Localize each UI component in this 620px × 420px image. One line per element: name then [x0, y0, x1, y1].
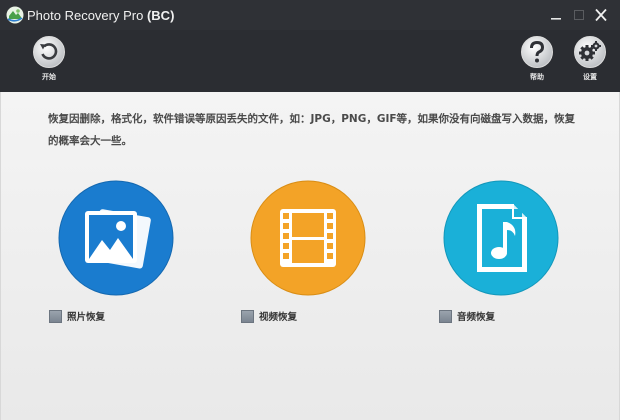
toolbar: 开始 帮助 设置	[0, 30, 620, 92]
help-label: 帮助	[530, 73, 544, 81]
main-content: 恢复因删除，格式化，软件错误等原因丢失的文件，如：JPG，PNG，GIF等，如果…	[0, 92, 620, 420]
settings-label: 设置	[583, 73, 597, 81]
video-recovery-card	[243, 180, 373, 320]
audio-recovery-option[interactable]: 音频恢复	[439, 308, 495, 324]
window-title-name: Photo Recovery Pro	[27, 8, 144, 23]
music-file-icon	[477, 204, 527, 272]
title-bar[interactable]: Photo Recovery Pro (BC)	[0, 0, 620, 30]
gear-icon	[574, 36, 606, 68]
maximize-button[interactable]	[571, 8, 587, 22]
close-button[interactable]	[593, 8, 609, 22]
window-title: Photo Recovery Pro (BC)	[27, 8, 174, 23]
start-label: 开始	[42, 73, 56, 81]
help-question-icon	[521, 36, 553, 68]
video-recovery-label: 视频恢复	[259, 312, 298, 323]
minimize-button[interactable]	[548, 8, 564, 22]
photo-recovery-label: 照片恢复	[67, 312, 106, 323]
audio-recovery-checkbox[interactable]	[439, 309, 452, 323]
help-button[interactable]: 帮助	[512, 35, 562, 91]
audio-recovery-button[interactable]	[443, 180, 559, 296]
description-line: 恢复因删除，格式化，软件错误等原因丢失的文件，如：JPG，PNG，GIF等，如果…	[48, 113, 576, 125]
video-recovery-option[interactable]: 视频恢复	[241, 308, 297, 324]
audio-recovery-label: 音频恢复	[457, 312, 496, 323]
start-button[interactable]: 开始	[24, 35, 74, 91]
video-recovery-button[interactable]	[250, 180, 366, 296]
photo-recovery-checkbox[interactable]	[49, 309, 62, 323]
photo-recovery-card	[51, 180, 181, 320]
photo-icon	[85, 209, 151, 269]
window-title-suffix: (BC)	[146, 8, 175, 23]
photo-recovery-option[interactable]: 照片恢复	[49, 308, 105, 324]
audio-recovery-card	[436, 180, 566, 320]
description-text: 恢复因删除，格式化，软件错误等原因丢失的文件，如：JPG，PNG，GIF等，如果…	[48, 108, 578, 152]
film-icon	[280, 209, 336, 267]
start-refresh-icon	[33, 36, 65, 68]
description-line: 的概率会大一些。	[48, 135, 132, 147]
app-window: Photo Recovery Pro (BC) 开始 帮助 设置 恢复因删除，格…	[0, 0, 620, 420]
app-logo-icon	[6, 6, 24, 24]
settings-button[interactable]: 设置	[565, 35, 615, 91]
video-recovery-checkbox[interactable]	[241, 309, 254, 323]
photo-recovery-button[interactable]	[58, 180, 174, 296]
